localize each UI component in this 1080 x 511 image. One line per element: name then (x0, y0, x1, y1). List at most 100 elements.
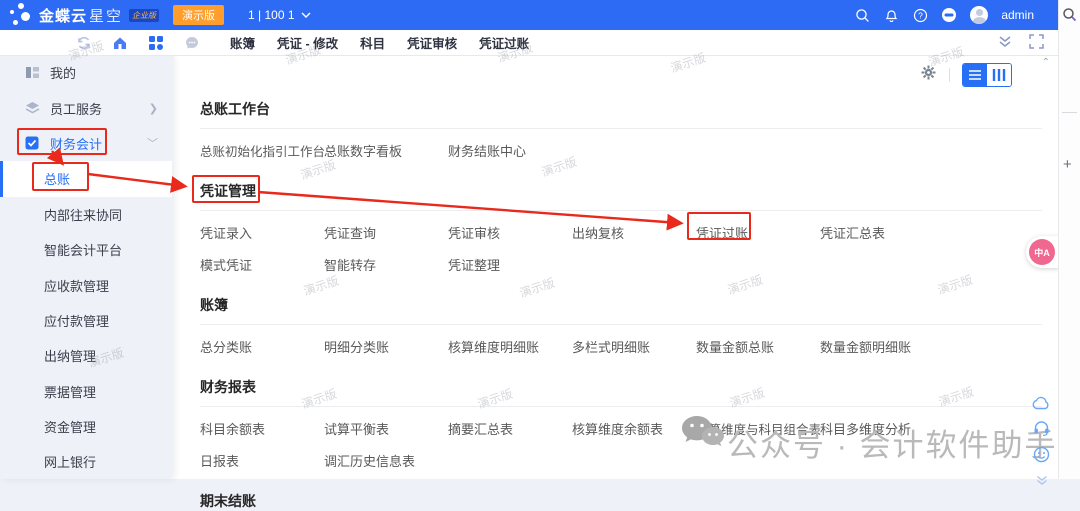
sidebar-item-label: 员工服务 (50, 99, 102, 118)
sidebar-item-label: 应收款管理 (44, 276, 109, 295)
section-3: 账簿总分类账明细分类账核算维度明细账多栏式明细账数量金额总账数量金额明细账 (200, 294, 1058, 368)
collapse-double-chevron-icon[interactable] (997, 34, 1013, 55)
section-1: 总账工作台总账初始化指引工作台总账数字看板财务结账中心 (200, 98, 1058, 172)
sidebar-item-label: 票据管理 (44, 382, 96, 401)
tab-bar: 账簿 凭证 - 修改 科目 凭证审核 凭证过账 (0, 30, 1058, 56)
layers-icon (25, 101, 40, 116)
tab-4[interactable]: 凭证审核 (407, 33, 457, 52)
account-switcher[interactable]: 1 | 100 1 (248, 8, 311, 22)
checkbox-icon[interactable] (25, 136, 40, 151)
status-icon[interactable] (941, 7, 957, 23)
sidebar-item-label: 网上银行 (44, 452, 96, 471)
menu-link[interactable]: 科目多维度分析 (820, 419, 944, 438)
menu-link[interactable]: 凭证录入 (200, 223, 324, 242)
home-icon[interactable] (112, 35, 128, 51)
svg-text:?: ? (918, 10, 923, 20)
menu-link[interactable]: 调汇历史信息表 (324, 451, 448, 470)
headset-icon[interactable] (1033, 420, 1050, 441)
sidebar-item-3[interactable]: 财务会计﹀ (0, 126, 172, 161)
translate-tab[interactable]: 中A (1026, 236, 1060, 268)
sidebar-item-4[interactable]: 总账 (0, 161, 172, 196)
chat-icon[interactable] (184, 35, 200, 51)
smiley-icon[interactable] (1033, 446, 1050, 468)
cloud-icon[interactable] (1032, 396, 1051, 415)
sidebar-item-7[interactable]: 应收款管理 (0, 267, 172, 302)
sidebar-item-2[interactable]: 员工服务❯ (0, 90, 172, 125)
strip-plus-icon[interactable]: + (1063, 156, 1072, 173)
menu-link[interactable]: 出纳复核 (572, 223, 696, 242)
menu-link[interactable]: 总账初始化指引工作台 (200, 141, 324, 160)
section-2: 凭证管理凭证录入凭证查询凭证审核出纳复核凭证过账凭证汇总表模式凭证智能转存凭证整… (200, 180, 1058, 286)
menu-link[interactable]: 凭证过账 (696, 223, 820, 242)
apps-grid-icon[interactable] (148, 35, 164, 51)
strip-search-icon[interactable] (1062, 7, 1077, 27)
sync-icon[interactable] (76, 35, 92, 51)
modules-icon (25, 65, 40, 80)
menu-link[interactable]: 摘要汇总表 (448, 419, 572, 438)
menu-link[interactable]: 试算平衡表 (324, 419, 448, 438)
sidebar-item-label: 智能会计平台 (44, 240, 122, 259)
menu-link[interactable]: 核算维度明细账 (448, 337, 572, 356)
menu-link[interactable]: 核算维度余额表 (572, 419, 696, 438)
menu-link[interactable]: 凭证审核 (448, 223, 572, 242)
scroll-up-arrow[interactable]: ⌃ (1042, 57, 1050, 68)
menu-link[interactable]: 财务结账中心 (448, 141, 572, 160)
menu-link[interactable]: 凭证汇总表 (820, 223, 944, 242)
menu-link[interactable]: 核算维度与科目组合表 (696, 419, 820, 438)
account-label: 1 | 100 1 (248, 8, 295, 22)
edition-badge: 企业版 (129, 9, 159, 22)
menu-link[interactable]: 科目余额表 (200, 419, 324, 438)
menu-link[interactable]: 凭证查询 (324, 223, 448, 242)
main-content: ⌃ 总账工作台总账初始化指引工作台总账数字看板财务结账中心凭证管理凭证录入凭证查… (172, 55, 1058, 479)
sidebar-item-label: 财务会计 (50, 134, 102, 153)
sidebar-item-9[interactable]: 出纳管理 (0, 338, 172, 373)
menu-link[interactable]: 日报表 (200, 451, 324, 470)
strip-divider (1062, 112, 1077, 113)
tab-3[interactable]: 科目 (360, 33, 385, 52)
menu-link[interactable]: 凭证整理 (448, 255, 572, 274)
tab-5[interactable]: 凭证过账 (479, 33, 529, 52)
menu-link[interactable]: 智能转存 (324, 255, 448, 274)
brand-light: 星空 (89, 8, 123, 25)
top-bar: 金蝶云星空 企业版 演示版 1 | 100 1 ? admin (0, 0, 1058, 30)
sidebar-item-1[interactable]: 我的 (0, 55, 172, 90)
tab-1[interactable]: 账簿 (230, 33, 255, 52)
menu-link[interactable]: 数量金额明细账 (820, 337, 944, 356)
settings-gear-icon[interactable] (920, 64, 937, 86)
brand-name: 金蝶云星空 (39, 5, 123, 26)
collapse-chevrons-icon[interactable] (1035, 473, 1049, 491)
sidebar-item-label: 我的 (50, 63, 76, 82)
divider (949, 68, 950, 82)
sidebar-item-12[interactable]: 网上银行 (0, 444, 172, 479)
fullscreen-icon[interactable] (1029, 34, 1044, 55)
kingdee-logo-icon (9, 3, 35, 27)
sidebar-item-6[interactable]: 智能会计平台 (0, 232, 172, 267)
sidebar: 我的员工服务❯财务会计﹀总账内部往来协同智能会计平台应收款管理应付款管理出纳管理… (0, 55, 172, 479)
sidebar-item-8[interactable]: 应付款管理 (0, 303, 172, 338)
menu-link[interactable]: 总分类账 (200, 337, 324, 356)
menu-link[interactable]: 明细分类账 (324, 337, 448, 356)
browser-side-strip: + (1058, 0, 1080, 479)
username: admin (1001, 8, 1034, 22)
sidebar-item-10[interactable]: 票据管理 (0, 374, 172, 409)
translate-icon: 中A (1029, 239, 1055, 265)
sidebar-item-5[interactable]: 内部往来协同 (0, 197, 172, 232)
chevron-down-icon (301, 12, 311, 18)
menu-link[interactable]: 数量金额总账 (696, 337, 820, 356)
open-tabs: 账簿 凭证 - 修改 科目 凭证审核 凭证过账 (230, 33, 529, 52)
menu-link[interactable]: 多栏式明细账 (572, 337, 696, 356)
menu-link[interactable]: 模式凭证 (200, 255, 324, 274)
demo-badge: 演示版 (173, 5, 224, 25)
section-title: 总账工作台 (200, 98, 1058, 119)
bell-icon[interactable] (883, 7, 899, 23)
menu-link[interactable]: 总账数字看板 (324, 141, 448, 160)
search-icon[interactable] (854, 7, 870, 23)
avatar[interactable] (970, 6, 988, 24)
help-icon[interactable]: ? (912, 7, 928, 23)
section-title: 凭证管理 (200, 180, 1058, 201)
tab-2[interactable]: 凭证 - 修改 (277, 33, 338, 52)
sidebar-item-11[interactable]: 资金管理 (0, 409, 172, 444)
column-view-toggle[interactable] (987, 64, 1011, 86)
list-view-toggle[interactable] (963, 64, 987, 86)
section-4: 财务报表科目余额表试算平衡表摘要汇总表核算维度余额表核算维度与科目组合表科目多维… (200, 376, 1058, 482)
